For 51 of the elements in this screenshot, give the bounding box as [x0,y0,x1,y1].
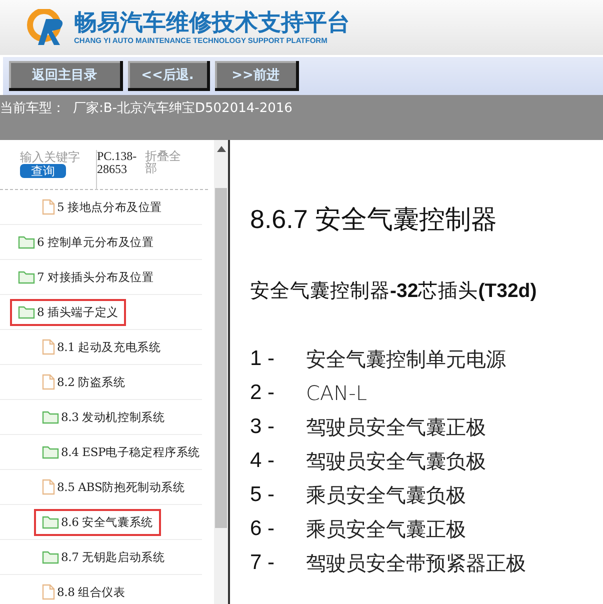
tree-item[interactable]: 8.2 防盗系统 [34,368,134,396]
nav-button[interactable]: <<后退. [128,61,210,91]
folder-icon [42,410,59,424]
status-label: 当前车型： [0,100,65,117]
folder-icon [42,515,59,529]
pin-number: 4 - [250,449,276,473]
pin-number: 1 - [250,347,276,371]
scrollbar-thumb[interactable] [215,188,227,528]
pin-number: 6 - [250,517,276,541]
pin-number: 5 - [250,483,276,507]
document-icon [42,479,55,495]
folder-icon [42,445,59,459]
tree-item[interactable]: 8.1 起动及充电系统 [34,333,169,361]
folder-icon [18,305,35,319]
pin-description: 驾驶员安全带预紧器正极 [306,550,526,576]
scroll-up-icon[interactable] [216,146,226,152]
tree-item[interactable]: 8.8 组合仪表 [34,578,134,604]
folder-icon [18,270,35,284]
tree-item[interactable]: 8 插头端子定义 [10,298,126,326]
tree-item[interactable]: 8.4 ESP电子稳定程序系统 [34,438,208,466]
nav-button[interactable]: >>前进 [215,61,299,91]
site-title: 畅易汽车维修技术支持平台 [74,10,350,36]
document-icon [42,584,55,600]
search-button[interactable]: 查询 [20,164,66,178]
folder-icon [42,550,59,564]
pin-description: 安全气囊控制单元电源 [306,346,506,372]
document-icon [42,199,55,215]
pin-description: 乘员安全气囊负极 [306,482,466,508]
part-code: PC.138-28653 [96,150,139,190]
pin-description: CAN-L [306,381,367,405]
tree-item[interactable]: 8.6 安全气囊系统 [34,508,161,536]
pin-number: 2 - [250,381,276,405]
tree-item[interactable]: 6 控制单元分布及位置 [10,228,162,256]
vehicle-model: 厂家:B-北京汽车绅宝D502014-2016 [73,100,292,117]
tree-item[interactable]: 7 对接插头分布及位置 [10,264,162,290]
tree-item[interactable]: 8.3 发动机控制系统 [34,404,173,430]
pin-description: 乘员安全气囊正极 [306,516,466,542]
scrollbar[interactable] [214,140,228,604]
tree-item[interactable]: 8.5 ABS防抱死制动系统 [34,473,193,501]
connector-title: 安全气囊控制器-32芯插头(T32d) [250,279,538,304]
pin-number: 3 - [250,415,276,439]
tree-item[interactable]: 5 接地点分布及位置 [34,193,170,221]
document-icon [42,339,55,355]
nav-button[interactable]: 返回主目录 [9,61,123,91]
folder-icon [18,235,35,249]
document-icon [42,374,55,390]
pin-description: 驾驶员安全气囊负极 [306,448,486,474]
tree-item[interactable]: 8.7 无钥匙启动系统 [34,544,173,570]
pin-description: 驾驶员安全气囊正极 [306,414,486,440]
pin-number: 7 - [250,551,276,575]
document-heading: 8.6.7 安全气囊控制器 [250,203,498,236]
